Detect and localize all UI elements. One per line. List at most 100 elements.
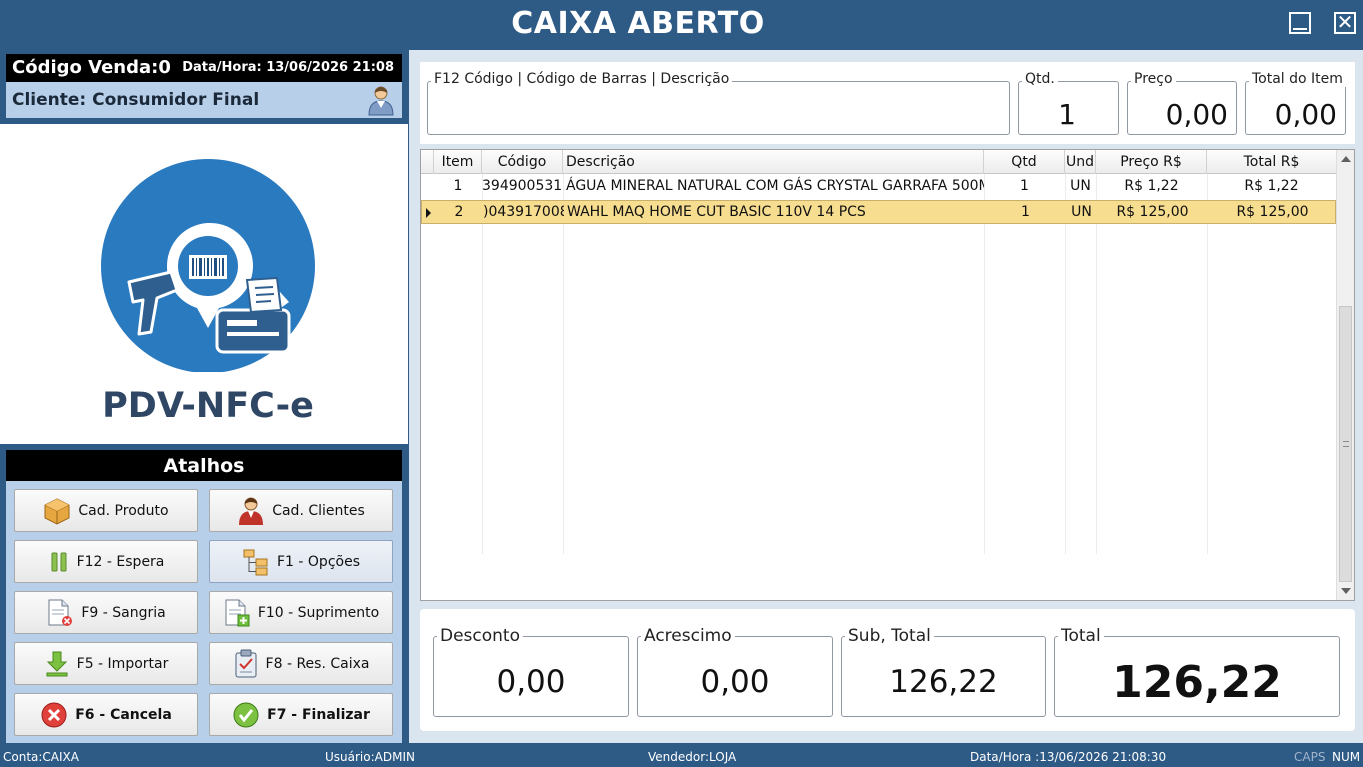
withdrawal-button[interactable]: F9 - Sangria	[14, 591, 198, 634]
discount-value: 0,00	[496, 664, 566, 700]
surcharge-value: 0,00	[700, 664, 770, 700]
total-value: 126,22	[1112, 657, 1282, 708]
cancel-button[interactable]: F6 - Cancela	[14, 693, 198, 736]
grid-line	[482, 174, 483, 554]
column-price[interactable]: Preço R$	[1096, 150, 1207, 174]
supply-button[interactable]: F10 - Suprimento	[209, 591, 393, 634]
table-row-selected[interactable]: 2 )04391700802 WAHL MAQ HOME CUT BASIC 1…	[421, 200, 1336, 224]
column-qty[interactable]: Qtd	[984, 150, 1065, 174]
status-user: Usuário:ADMIN	[325, 750, 415, 764]
cell-qty: 1	[1021, 204, 1030, 220]
grid-line	[1207, 174, 1208, 554]
cash-summary-button[interactable]: F8 - Res. Caixa	[209, 642, 393, 685]
sale-datetime: Data/Hora: 13/06/2026 21:08	[182, 60, 394, 75]
cell-code: 3949005310(	[482, 178, 563, 194]
subtotal-box: Sub, Total 126,22	[841, 626, 1046, 717]
finalize-button[interactable]: F7 - Finalizar	[209, 693, 393, 736]
status-account: Conta:CAIXA	[3, 750, 79, 764]
surcharge-box[interactable]: Acrescimo 0,00	[637, 626, 833, 717]
minimize-button[interactable]	[1289, 12, 1311, 34]
cell-total: R$ 125,00	[1236, 204, 1309, 220]
window-title: CAIXA ABERTO	[511, 6, 765, 41]
items-grid[interactable]: Item Código Descrição Qtd Und Preço R$ T…	[420, 149, 1355, 601]
column-total[interactable]: Total R$	[1207, 150, 1336, 174]
document-plus-icon	[225, 599, 250, 626]
item-total-label: Total do Item	[1249, 71, 1346, 87]
column-description[interactable]: Descrição	[563, 150, 984, 174]
cancel-label: F6 - Cancela	[75, 706, 172, 723]
total-label: Total	[1058, 626, 1104, 646]
options-label: F1 - Opções	[277, 553, 360, 570]
grid-scrollbar[interactable]	[1336, 150, 1354, 600]
status-datetime: Data/Hora :13/06/2026 21:08:30	[970, 750, 1167, 764]
supply-label: F10 - Suprimento	[257, 604, 380, 621]
grip-icon	[1343, 441, 1349, 447]
cancel-circle-icon	[41, 702, 67, 727]
title-bar: CAIXA ABERTO ✕	[0, 0, 1363, 50]
totals-panel: Desconto 0,00 Acrescimo 0,00 Sub, Total …	[420, 609, 1355, 731]
hold-button[interactable]: F12 - Espera	[14, 540, 198, 583]
subtotal-value: 126,22	[889, 664, 998, 700]
person-icon	[239, 497, 264, 525]
product-search-label: F12 Código | Código de Barras | Descriçã…	[431, 71, 733, 87]
sale-header: Código Venda:0 Data/Hora: 13/06/2026 21:…	[6, 54, 402, 82]
status-num: NUM	[1332, 750, 1361, 764]
client-bar[interactable]: Cliente: Consumidor Final	[6, 82, 402, 118]
scroll-down-icon[interactable]	[1341, 588, 1351, 594]
scroll-up-icon[interactable]	[1341, 156, 1351, 162]
withdrawal-label: F9 - Sangria	[81, 604, 166, 621]
status-seller: Vendedor:LOJA	[648, 750, 737, 764]
options-button[interactable]: F1 - Opções	[209, 540, 393, 583]
document-x-icon	[48, 599, 73, 626]
price-field[interactable]: Preço 0,00	[1127, 71, 1237, 135]
cell-qty: 1	[1020, 178, 1029, 194]
grid-line	[1065, 174, 1066, 554]
column-item[interactable]: Item	[434, 150, 482, 174]
grid-line	[1096, 174, 1097, 554]
client-register-label: Cad. Clientes	[272, 502, 365, 519]
product-search-field[interactable]: F12 Código | Código de Barras | Descriçã…	[427, 71, 1010, 135]
import-label: F5 - Importar	[76, 655, 169, 672]
grid-header-indicator	[421, 150, 434, 174]
shortcuts-panel: Atalhos Cad. Produto Cad. Clientes F12 -…	[6, 450, 402, 743]
logo-area: PDV-NFC-e	[0, 124, 408, 444]
table-row[interactable]: 1 3949005310( ÁGUA MINERAL NATURAL COM G…	[421, 175, 1336, 199]
client-register-button[interactable]: Cad. Clientes	[209, 489, 393, 532]
cell-description: WAHL MAQ HOME CUT BASIC 110V 14 PCS	[567, 204, 866, 220]
subtotal-label: Sub, Total	[845, 626, 934, 646]
logo-text: PDV-NFC-e	[102, 386, 314, 426]
user-icon[interactable]	[366, 84, 396, 116]
quantity-label: Qtd.	[1022, 71, 1058, 87]
column-unit[interactable]: Und	[1065, 150, 1096, 174]
cell-item: 2	[454, 204, 464, 220]
quantity-value[interactable]: 1	[1058, 98, 1076, 131]
surcharge-label: Acrescimo	[641, 626, 735, 646]
cell-item: 1	[453, 178, 463, 194]
box-icon	[44, 497, 70, 525]
discount-label: Desconto	[437, 626, 523, 646]
hold-label: F12 - Espera	[76, 553, 165, 570]
cell-description: ÁGUA MINERAL NATURAL COM GÁS CRYSTAL GAR…	[566, 178, 984, 194]
scroll-thumb[interactable]	[1339, 306, 1352, 582]
download-arrow-icon	[46, 651, 68, 676]
check-circle-icon	[233, 702, 259, 727]
status-bar: Conta:CAIXA Usuário:ADMIN Vendedor:LOJA …	[0, 743, 1363, 767]
import-button[interactable]: F5 - Importar	[14, 642, 198, 685]
column-code[interactable]: Código	[482, 150, 563, 174]
pause-icon	[51, 552, 67, 571]
price-value[interactable]: 0,00	[1166, 98, 1228, 131]
discount-box[interactable]: Desconto 0,00	[433, 626, 629, 717]
quantity-field[interactable]: Qtd. 1	[1018, 71, 1119, 135]
cell-code: )04391700802	[483, 204, 564, 220]
grid-line	[563, 174, 564, 554]
sale-code: Código Venda:0	[12, 57, 171, 78]
pdv-logo-icon	[101, 159, 315, 372]
product-register-button[interactable]: Cad. Produto	[14, 489, 198, 532]
cell-total: R$ 1,22	[1244, 178, 1299, 194]
tree-icon	[243, 549, 268, 575]
close-button[interactable]: ✕	[1334, 12, 1356, 34]
cell-price: R$ 1,22	[1124, 178, 1179, 194]
cell-unit: UN	[1071, 204, 1092, 220]
cell-unit: UN	[1070, 178, 1091, 194]
grid-header: Item Código Descrição Qtd Und Preço R$ T…	[421, 150, 1336, 174]
